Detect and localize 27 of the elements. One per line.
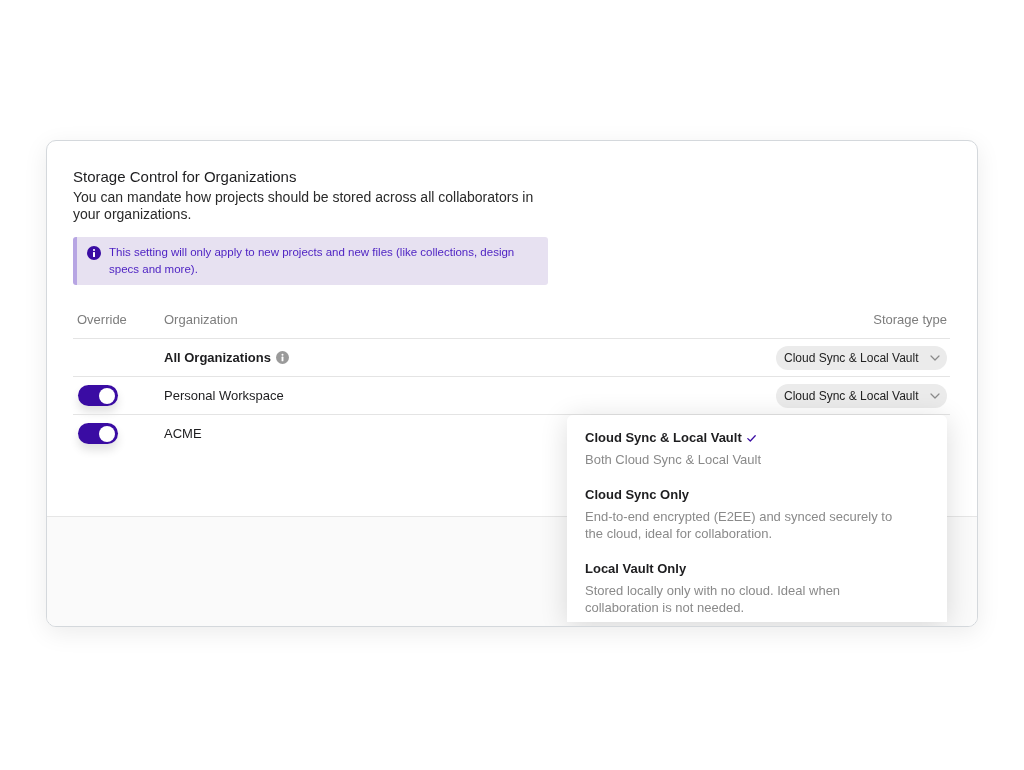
override-toggle[interactable] (78, 423, 118, 444)
organization-name: ACME (164, 424, 202, 443)
column-header: Organization (164, 310, 239, 329)
option-description: Both Cloud Sync & Local Vault (585, 451, 763, 468)
menu-option[interactable]: Local Vault Only Stored locally only with no cloud. Ideal when collaboration is not needed. (585, 560, 929, 616)
option-title: Cloud Sync Only (585, 486, 689, 504)
menu-option[interactable]: Cloud Sync & Local Vault Both Cloud Sync & Local Vault (585, 429, 929, 468)
info-icon[interactable] (275, 351, 289, 364)
storage-type-dropdown[interactable]: Cloud Sync & Local Vault (776, 383, 947, 408)
override-toggle[interactable] (78, 385, 118, 406)
option-title: Local Vault Only (585, 560, 687, 578)
info-icon (87, 246, 101, 260)
panel-description: You can mandate how projects should be stored across all collaborators in your organizations. (73, 189, 535, 223)
column-header: Override (76, 310, 128, 329)
option-title: Cloud Sync & Local Vault (585, 429, 742, 447)
notice-text: This setting will only apply to new projects and new files (like collections, design specs and more). (109, 245, 516, 277)
panel-title: Storage Control for Organizations (73, 167, 298, 187)
column-header: Storage type (873, 310, 948, 329)
chevron-down-icon (930, 392, 940, 399)
organization-name: Personal Workspace (164, 386, 284, 405)
menu-option[interactable]: Cloud Sync Only End-to-end encrypted (E2EE) and synced securely to the cloud, ideal for collaboration. (585, 486, 929, 542)
storage-type-dropdown[interactable]: Cloud Sync & Local Vault (776, 345, 947, 370)
organization-name: All Organizations (164, 348, 271, 367)
option-description: End-to-end encrypted (E2EE) and synced securely to the cloud, ideal for collaboration. (585, 508, 894, 542)
chevron-down-icon (930, 354, 940, 361)
checkmark-icon (746, 434, 756, 442)
option-description: Stored locally only with no cloud. Ideal when collaboration is not needed. (585, 582, 842, 616)
